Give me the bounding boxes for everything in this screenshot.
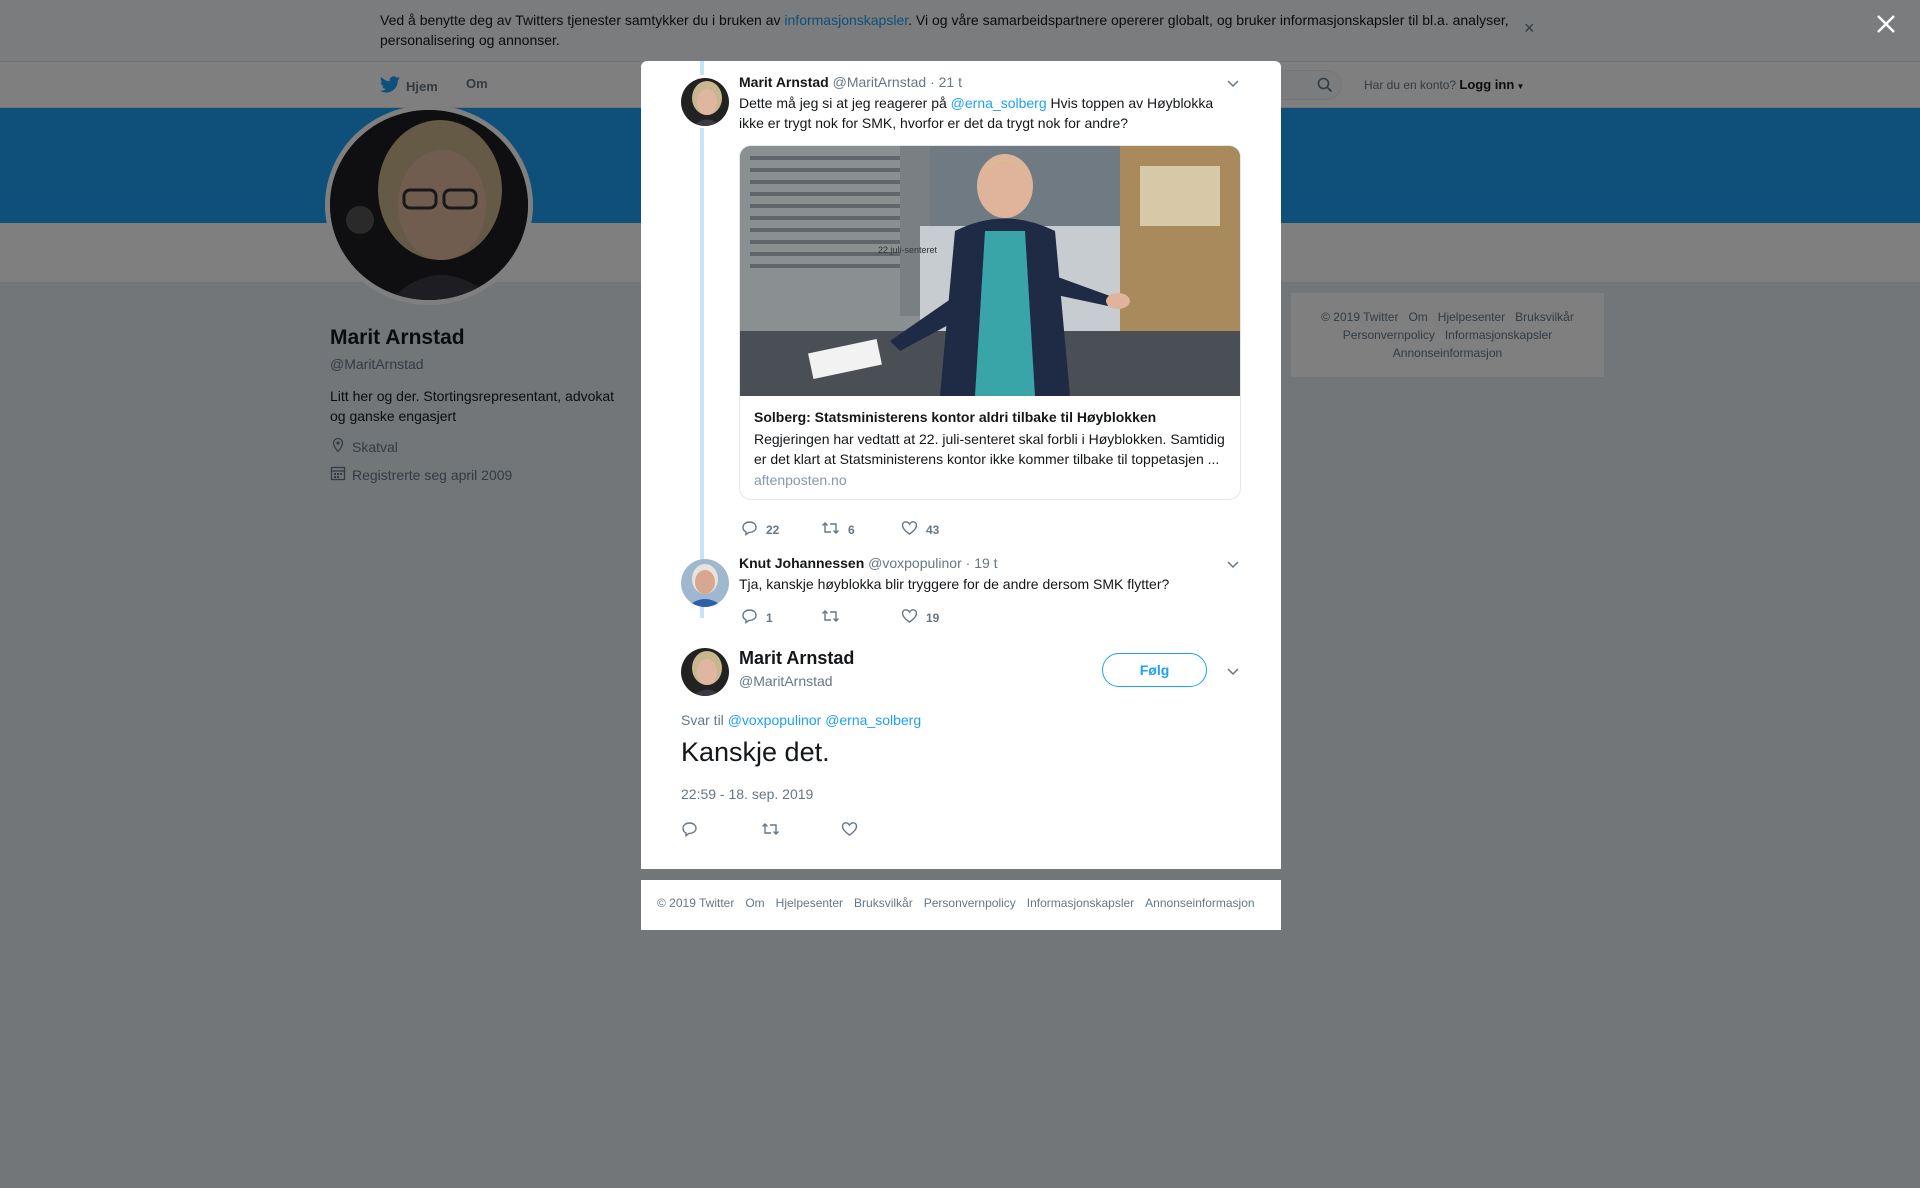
tweet-author-name[interactable]: Knut Johannessen <box>739 555 864 571</box>
reply-context: Svar til @voxpopulinor @erna_solberg <box>681 712 921 728</box>
card-title: Solberg: Statsministerens kontor aldri t… <box>754 409 1157 425</box>
footer-link[interactable]: Om <box>745 896 764 910</box>
close-icon[interactable] <box>1874 12 1898 36</box>
reply-icon <box>741 520 758 539</box>
tweet-author-handle[interactable]: @MaritArnstad <box>739 673 833 689</box>
chevron-down-icon[interactable] <box>1226 76 1240 90</box>
reply-icon <box>681 821 698 840</box>
avatar[interactable] <box>681 559 729 607</box>
heart-icon <box>901 608 918 627</box>
reply-count: 1 <box>766 610 773 625</box>
reply-count: 22 <box>766 522 780 537</box>
retweet-button[interactable] <box>821 608 848 627</box>
retweet-icon <box>821 608 840 627</box>
chevron-down-icon[interactable] <box>1226 664 1240 678</box>
footer-link: © 2019 Twitter <box>657 896 735 910</box>
retweet-count: 6 <box>848 522 855 537</box>
avatar[interactable] <box>681 648 729 696</box>
retweet-icon <box>761 821 780 840</box>
tweet-modal: Marit Arnstad @MaritArnstad · 21 t Dette… <box>641 61 1281 869</box>
card-image: 22.juli-senteret <box>740 146 1240 396</box>
tweet-author-name[interactable]: Marit Arnstad <box>739 74 829 90</box>
tweet-text: Tja, kanskje høyblokka blir tryggere for… <box>739 576 1170 592</box>
footer-link[interactable]: Personvernpolicy <box>924 896 1016 910</box>
thread-line <box>700 128 704 618</box>
card-domain: aftenposten.no <box>754 472 847 488</box>
link-card[interactable]: 22.juli-senteret Solberg: Statsministere… <box>739 145 1241 500</box>
card-sign-text: 22.juli-senteret <box>878 245 938 255</box>
tweet-author-name[interactable]: Marit Arnstad <box>739 648 854 669</box>
like-button[interactable] <box>841 821 858 840</box>
thread-line <box>700 61 704 75</box>
footer-link[interactable]: Annonseinformasjon <box>1145 896 1254 910</box>
like-button[interactable]: 43 <box>901 520 939 539</box>
mention-link[interactable]: @voxpopulinor <box>728 712 822 728</box>
footer-link[interactable]: Bruksvilkår <box>854 896 913 910</box>
tweet-author-handle[interactable]: @voxpopulinor <box>868 555 962 571</box>
footer-link[interactable]: Hjelpesenter <box>776 896 843 910</box>
footer-link[interactable]: Informasjonskapsler <box>1027 896 1134 910</box>
tweet-header: Knut Johannessen @voxpopulinor · 19 t <box>739 555 998 571</box>
retweet-button[interactable] <box>761 821 780 840</box>
follow-button[interactable]: Følg <box>1102 653 1207 687</box>
tweet-author-handle[interactable]: @MaritArnstad <box>833 74 927 90</box>
modal-footer: © 2019 Twitter Om Hjelpesenter Bruksvilkår P… <box>641 880 1281 930</box>
main-tweet-text: Kanskje det. <box>681 737 830 767</box>
reply-button[interactable]: 1 <box>741 608 773 627</box>
tweet-time[interactable]: · 21 t <box>930 74 962 90</box>
heart-icon <box>901 520 918 539</box>
tweet-header: Marit Arnstad @MaritArnstad · 21 t <box>739 74 962 90</box>
like-count: 19 <box>926 610 940 625</box>
card-description: Regjeringen har vedtatt at 22. juli-sent… <box>754 431 1225 467</box>
reply-button[interactable]: 22 <box>741 520 779 539</box>
tweet-text-before: Dette må jeg si at jeg reagerer på <box>739 95 951 111</box>
mention-link[interactable]: @erna_solberg <box>825 712 921 728</box>
retweet-button[interactable]: 6 <box>821 520 855 539</box>
reply-button[interactable] <box>681 821 698 840</box>
heart-icon <box>841 821 858 840</box>
avatar[interactable] <box>681 78 729 126</box>
like-button[interactable]: 19 <box>901 608 939 627</box>
retweet-icon <box>821 520 840 539</box>
tweet-text: Dette må jeg si at jeg reagerer på @erna… <box>739 93 1239 133</box>
reply-prefix: Svar til <box>681 712 728 728</box>
like-count: 43 <box>926 522 940 537</box>
tweet-time[interactable]: · 19 t <box>966 555 998 571</box>
chevron-down-icon[interactable] <box>1226 557 1240 571</box>
tweet-timestamp[interactable]: 22:59 - 18. sep. 2019 <box>681 786 813 802</box>
reply-icon <box>741 608 758 627</box>
mention-link[interactable]: @erna_solberg <box>951 95 1047 111</box>
